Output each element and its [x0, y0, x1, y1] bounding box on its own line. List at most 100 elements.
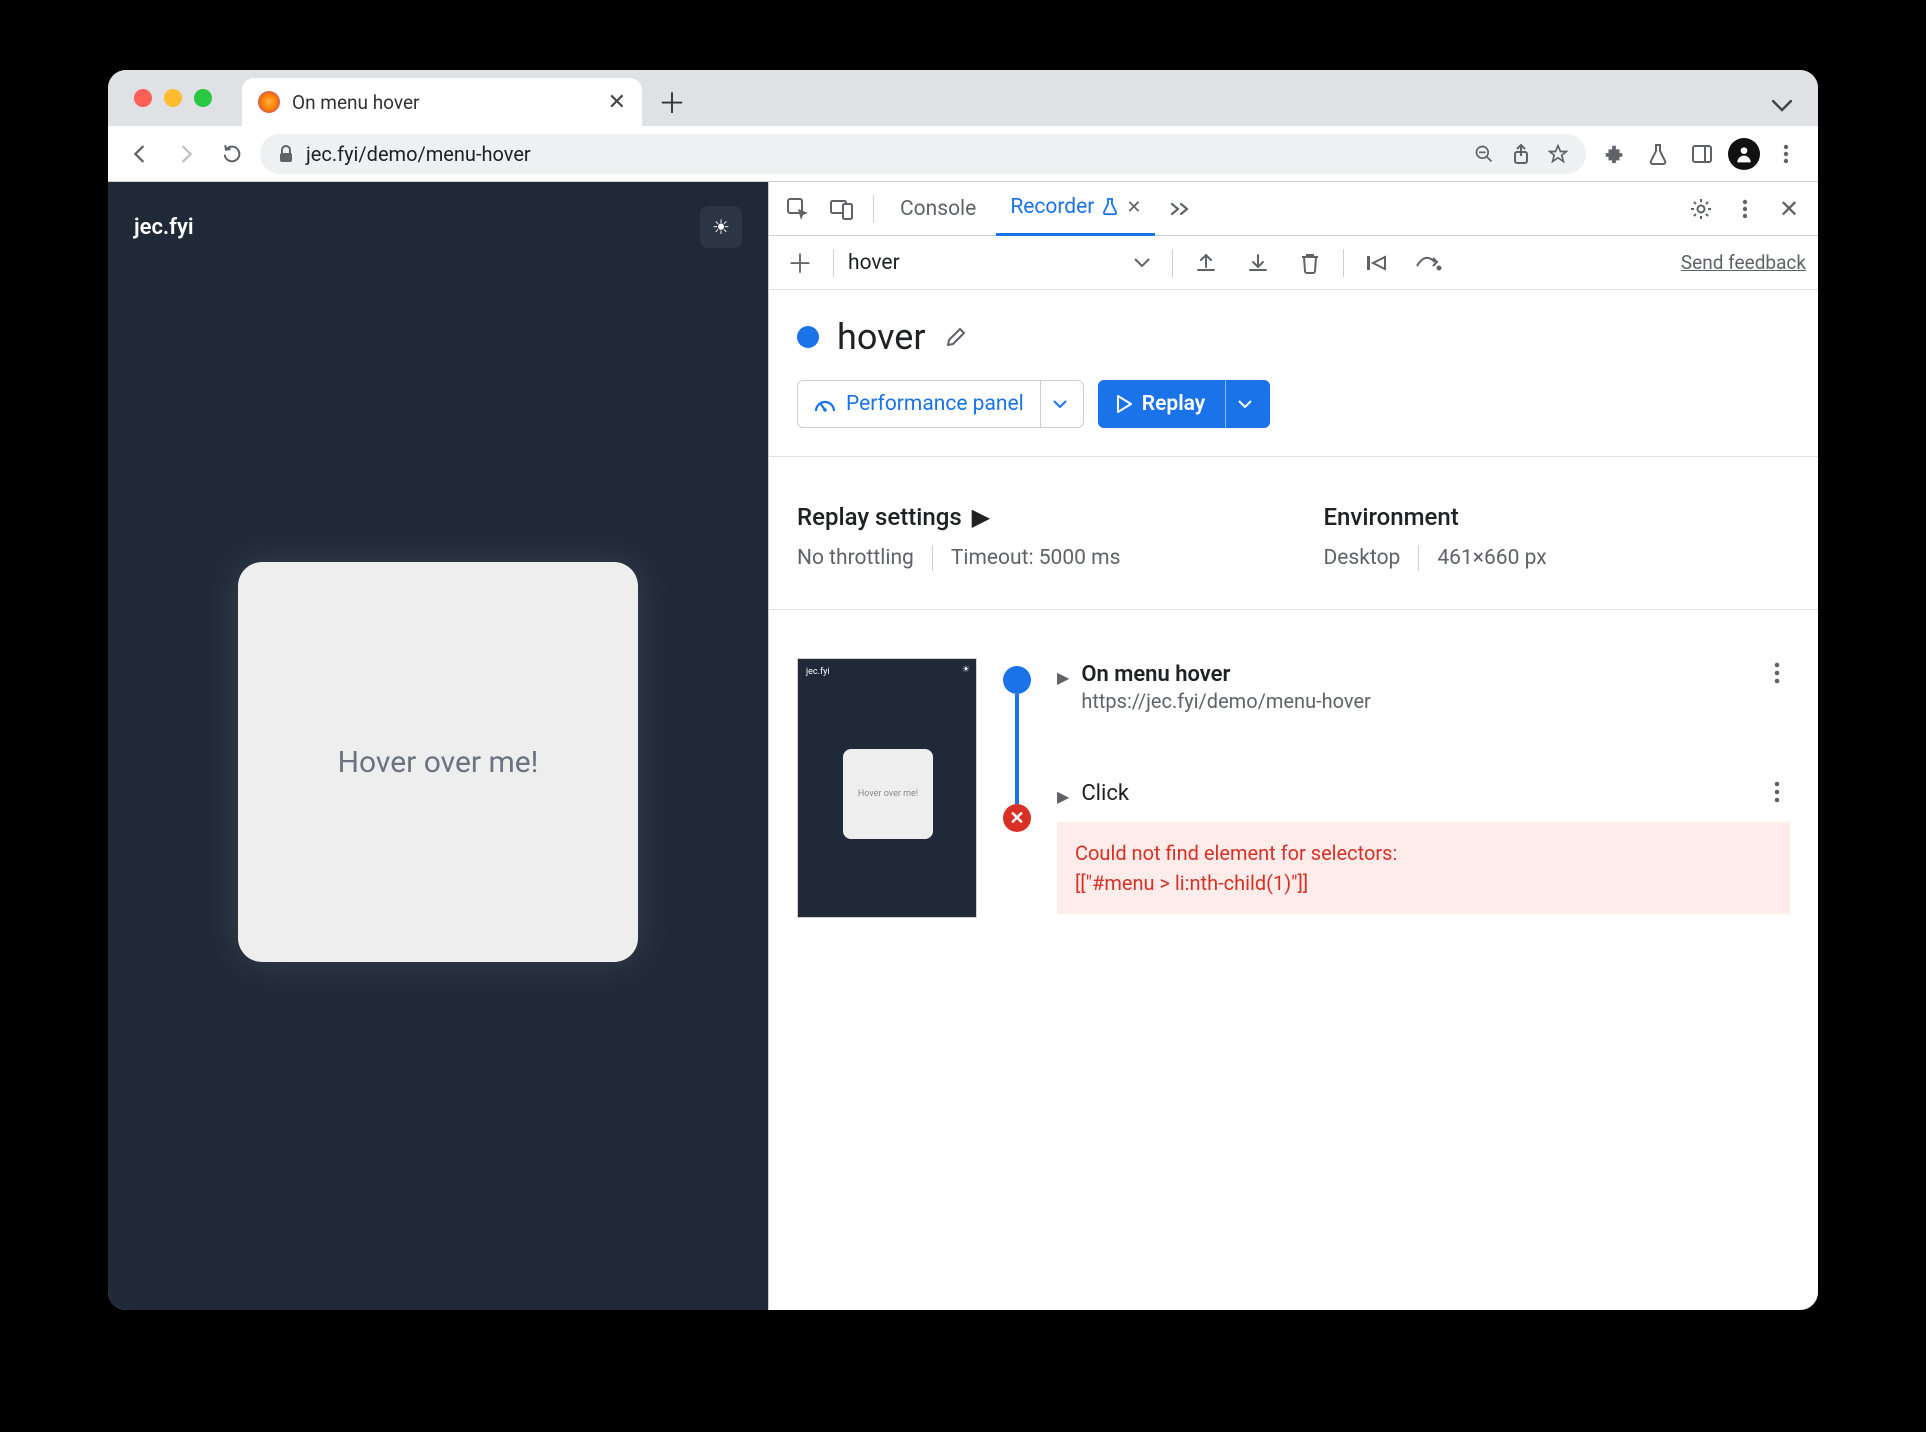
page-brand[interactable]: jec.fyi [134, 215, 194, 240]
settings-row: Replay settings ▶ No throttling Timeout:… [797, 485, 1790, 581]
extensions-icon[interactable] [1596, 136, 1632, 172]
performance-panel-dropdown[interactable] [1040, 380, 1067, 428]
page-preview: jec.fyi ☀ Hover over me! [108, 182, 768, 1310]
new-recording-button[interactable]: ＋ [781, 244, 819, 282]
more-tabs-icon[interactable] [1161, 190, 1199, 228]
step-item-navigate[interactable]: ▶ On menu hover https://jec.fyi/demo/men… [1057, 658, 1790, 717]
timeout-value: Timeout: 5000 ms [951, 546, 1121, 570]
sun-icon: ☀ [712, 215, 730, 239]
recording-selector[interactable]: hover [848, 251, 1158, 275]
profile-avatar[interactable] [1728, 138, 1760, 170]
timeline-dot-start [1003, 666, 1031, 694]
mini-hover-text: Hover over me! [858, 789, 918, 799]
inspect-element-icon[interactable] [779, 190, 817, 228]
browser-tab[interactable]: On menu hover ✕ [242, 78, 642, 126]
throttling-value: No throttling [797, 546, 914, 570]
edit-title-button[interactable] [944, 325, 968, 349]
labs-icon[interactable] [1640, 136, 1676, 172]
lock-icon [278, 145, 294, 163]
window-controls [124, 70, 242, 126]
back-button[interactable] [122, 136, 158, 172]
performance-panel-button[interactable]: Performance panel [797, 380, 1084, 428]
env-device-value: Desktop [1324, 546, 1401, 570]
recorder-body: hover Performance panel Replay [769, 290, 1818, 944]
devtools-tab-bar: Console Recorder ✕ ✕ [769, 182, 1818, 236]
tab-recorder[interactable]: Recorder ✕ [996, 182, 1155, 236]
replay-button[interactable]: Replay [1098, 380, 1270, 428]
browser-menu-button[interactable] [1768, 136, 1804, 172]
environment-label: Environment [1324, 503, 1459, 531]
maximize-window-button[interactable] [194, 89, 212, 107]
environment-group: Environment Desktop 461×660 px [1324, 503, 1791, 571]
send-feedback-link[interactable]: Send feedback [1681, 251, 1806, 274]
timeline-connector [1015, 694, 1019, 804]
theme-toggle-button[interactable]: ☀ [700, 206, 742, 248]
forward-button[interactable] [168, 136, 204, 172]
close-devtools-icon[interactable]: ✕ [1770, 190, 1808, 228]
hover-card-text: Hover over me! [338, 745, 539, 780]
replay-dropdown[interactable] [1225, 380, 1252, 428]
mini-brand: jec.fyi [806, 667, 830, 677]
minimize-window-button[interactable] [164, 89, 182, 107]
step-menu-button[interactable] [1764, 662, 1790, 684]
browser-window: On menu hover ✕ ＋ jec.fyi/demo/menu-hove… [108, 70, 1818, 1310]
performance-panel-label: Performance panel [846, 392, 1024, 416]
expand-tabs-button[interactable] [1762, 94, 1802, 118]
favicon-icon [258, 91, 280, 113]
reload-button[interactable] [214, 136, 250, 172]
error-text-line1: Could not find element for selectors: [1075, 838, 1772, 868]
recording-status-dot [797, 326, 819, 348]
replay-label: Replay [1142, 392, 1205, 416]
sidepanel-icon[interactable] [1684, 136, 1720, 172]
caret-right-icon: ▶ [1057, 781, 1069, 806]
bookmark-icon[interactable] [1548, 144, 1568, 164]
address-bar-row: jec.fyi/demo/menu-hover [108, 126, 1818, 182]
devtools-menu-icon[interactable] [1726, 190, 1764, 228]
steps-list: ▶ On menu hover https://jec.fyi/demo/men… [1057, 658, 1790, 918]
content-row: jec.fyi ☀ Hover over me! Console [108, 182, 1818, 1310]
continue-icon[interactable] [1410, 244, 1448, 282]
gauge-icon [814, 395, 836, 413]
step-menu-button[interactable] [1764, 781, 1790, 803]
tab-recorder-label: Recorder [1010, 195, 1094, 219]
recorder-toolbar: ＋ hover Send feedback [769, 236, 1818, 290]
caret-right-icon: ▶ [972, 503, 990, 531]
delete-icon[interactable] [1291, 244, 1329, 282]
devtools-panel: Console Recorder ✕ ✕ [768, 182, 1818, 1310]
replay-settings-title[interactable]: Replay settings ▶ [797, 503, 1264, 531]
close-window-button[interactable] [134, 89, 152, 107]
export-icon[interactable] [1187, 244, 1225, 282]
chevron-down-icon [1134, 258, 1150, 268]
step-url: https://jec.fyi/demo/menu-hover [1081, 689, 1752, 713]
hover-card[interactable]: Hover over me! [238, 562, 638, 962]
new-tab-button[interactable]: ＋ [652, 82, 692, 122]
tab-bar: On menu hover ✕ ＋ [108, 70, 1818, 126]
import-icon[interactable] [1239, 244, 1277, 282]
action-buttons-row: Performance panel Replay [797, 380, 1790, 428]
mini-sun-icon: ☀ [962, 665, 970, 675]
close-tab-icon[interactable]: ✕ [1126, 197, 1141, 218]
address-bar[interactable]: jec.fyi/demo/menu-hover [260, 134, 1586, 174]
step-timeline: ✕ [997, 658, 1037, 918]
step-error-message: Could not find element for selectors: [[… [1057, 822, 1790, 914]
tab-title: On menu hover [292, 91, 419, 114]
error-text-line2: [["#menu > li:nth-child(1)"]] [1075, 868, 1772, 898]
settings-gear-icon[interactable] [1682, 190, 1720, 228]
step-title: On menu hover [1081, 662, 1752, 687]
step-over-icon[interactable] [1358, 244, 1396, 282]
replay-settings-group: Replay settings ▶ No throttling Timeout:… [797, 503, 1264, 571]
step-screenshot: jec.fyi ☀ Hover over me! [797, 658, 977, 918]
step-title: Click [1081, 781, 1752, 806]
tab-console-label: Console [900, 197, 976, 221]
share-icon[interactable] [1512, 144, 1530, 164]
caret-right-icon: ▶ [1057, 662, 1069, 687]
recording-title-row: hover [797, 316, 1790, 358]
close-tab-button[interactable]: ✕ [608, 90, 626, 115]
device-toolbar-icon[interactable] [823, 190, 861, 228]
tab-console[interactable]: Console [886, 182, 990, 236]
play-icon [1116, 395, 1132, 413]
zoom-icon[interactable] [1474, 144, 1494, 164]
replay-settings-label: Replay settings [797, 503, 962, 531]
mini-hover-card: Hover over me! [843, 749, 933, 839]
step-item-click[interactable]: ▶ Click [1057, 777, 1790, 810]
